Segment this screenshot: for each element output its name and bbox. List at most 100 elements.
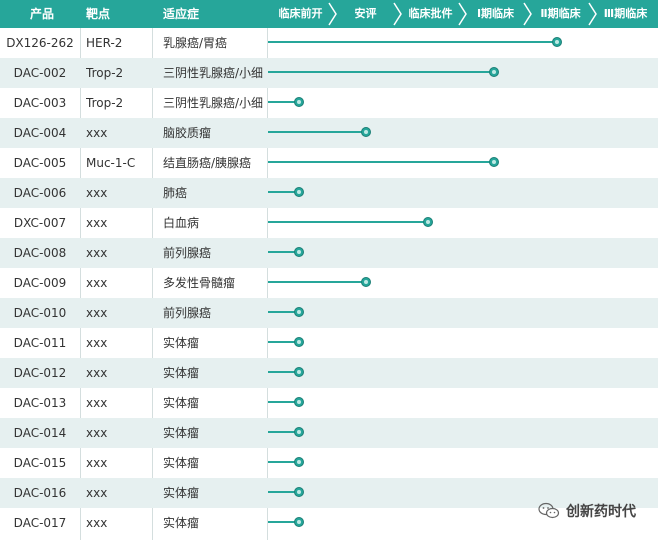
product-cell: DAC-014 xyxy=(13,426,67,440)
progress-bar xyxy=(268,281,366,283)
product-cell: DAC-006 xyxy=(13,186,67,200)
progress-track xyxy=(268,298,658,328)
target-cell: Trop-2 xyxy=(86,96,124,110)
target-cell: HER-2 xyxy=(86,36,123,50)
table-row: DAC-002 Trop-2 三阴性乳腺癌/小细 xyxy=(0,58,658,88)
target-cell: xxx xyxy=(86,306,108,320)
target-cell: xxx xyxy=(86,336,108,350)
indication-cell: 三阴性乳腺癌/小细 xyxy=(163,66,264,80)
progress-track xyxy=(268,28,658,58)
table-row: DAC-015 xxx 实体瘤 xyxy=(0,448,658,478)
stage-label: 安评 xyxy=(354,7,377,20)
indication-cell: 实体瘤 xyxy=(163,336,200,350)
indication-cell: 多发性骨髓瘤 xyxy=(163,276,236,290)
target-cell: xxx xyxy=(86,366,108,380)
table-row: DAC-010 xxx 前列腺癌 xyxy=(0,298,658,328)
progress-track xyxy=(268,358,658,388)
progress-marker-icon xyxy=(294,187,305,197)
product-cell: DAC-013 xyxy=(13,396,67,410)
progress-marker-icon xyxy=(360,127,371,137)
target-cell: xxx xyxy=(86,186,108,200)
stage-label: Ⅱ期临床 xyxy=(540,7,581,20)
indication-cell: 前列腺癌 xyxy=(163,246,212,260)
progress-marker-icon xyxy=(551,37,562,47)
progress-bar xyxy=(268,71,495,73)
chevron-right-icon xyxy=(523,2,532,26)
table-row: DAC-013 xxx 实体瘤 xyxy=(0,388,658,418)
table-row: DAC-004 xxx 脑胶质瘤 xyxy=(0,118,658,148)
watermark-text: 创新药时代 xyxy=(566,504,636,520)
product-cell: DAC-009 xyxy=(13,276,67,290)
target-cell: xxx xyxy=(86,126,108,140)
indication-cell: 白血病 xyxy=(163,216,200,230)
progress-track xyxy=(268,118,658,148)
progress-marker-icon xyxy=(294,457,305,467)
target-cell: xxx xyxy=(86,426,108,440)
product-cell: DXC-007 xyxy=(13,216,67,230)
product-cell: DAC-015 xyxy=(13,456,67,470)
progress-marker-icon xyxy=(294,367,305,377)
progress-marker-icon xyxy=(489,157,500,167)
header-target: 靶点 xyxy=(86,7,111,21)
indication-cell: 乳腺癌/胃癌 xyxy=(163,36,228,50)
indication-cell: 实体瘤 xyxy=(163,426,200,440)
progress-marker-icon xyxy=(294,397,305,407)
progress-track xyxy=(268,208,658,238)
table-row: DAC-009 xxx 多发性骨髓瘤 xyxy=(0,268,658,298)
table-row: DAC-008 xxx 前列腺癌 xyxy=(0,238,658,268)
progress-bar xyxy=(268,131,366,133)
progress-bar xyxy=(268,221,428,223)
target-cell: xxx xyxy=(86,516,108,530)
progress-marker-icon xyxy=(294,487,305,497)
target-cell: Muc-1-C xyxy=(86,156,136,170)
table-row: DAC-005 Muc-1-C 结直肠癌/胰腺癌 xyxy=(0,148,658,178)
progress-track xyxy=(268,418,658,448)
progress-marker-icon xyxy=(294,247,305,257)
progress-marker-icon xyxy=(294,337,305,347)
progress-bar xyxy=(268,41,557,43)
indication-cell: 实体瘤 xyxy=(163,366,200,380)
progress-marker-icon xyxy=(294,427,305,437)
progress-track xyxy=(268,178,658,208)
stage-label: Ⅲ期临床 xyxy=(603,7,648,20)
progress-track xyxy=(268,268,658,298)
progress-track xyxy=(268,88,658,118)
progress-track xyxy=(268,388,658,418)
stage-label: Ⅰ期临床 xyxy=(476,7,515,20)
indication-cell: 前列腺癌 xyxy=(163,306,212,320)
progress-marker-icon xyxy=(294,307,305,317)
product-cell: DAC-008 xyxy=(13,246,67,260)
chevron-right-icon xyxy=(328,2,337,26)
target-cell: xxx xyxy=(86,486,108,500)
indication-cell: 实体瘤 xyxy=(163,486,200,500)
table-row: DAC-003 Trop-2 三阴性乳腺癌/小细 xyxy=(0,88,658,118)
product-cell: DAC-010 xyxy=(13,306,67,320)
product-cell: DAC-017 xyxy=(13,516,67,530)
target-cell: Trop-2 xyxy=(86,66,124,80)
header-indication: 适应症 xyxy=(163,7,200,21)
product-cell: DAC-004 xyxy=(13,126,67,140)
indication-cell: 结直肠癌/胰腺癌 xyxy=(163,156,252,170)
product-cell: DAC-003 xyxy=(13,96,67,110)
product-cell: DAC-002 xyxy=(13,66,67,80)
indication-cell: 实体瘤 xyxy=(163,396,200,410)
target-cell: xxx xyxy=(86,456,108,470)
chevron-right-icon xyxy=(458,2,467,26)
table-row: DX126-262 HER-2 乳腺癌/胃癌 xyxy=(0,28,658,58)
table-row: DAC-014 xxx 实体瘤 xyxy=(0,418,658,448)
progress-track xyxy=(268,238,658,268)
indication-cell: 实体瘤 xyxy=(163,456,200,470)
stage-label: 临床批件 xyxy=(408,7,453,20)
watermark: 创新药时代 xyxy=(538,500,636,522)
table-row: DAC-006 xxx 肺癌 xyxy=(0,178,658,208)
progress-marker-icon xyxy=(489,67,500,77)
table-header: 产品 靶点 适应症 临床前开 安评 临床批件 Ⅰ期临床 Ⅱ期临床 Ⅲ期临床 xyxy=(0,0,658,28)
indication-cell: 肺癌 xyxy=(163,186,188,200)
table-row: DAC-012 xxx 实体瘤 xyxy=(0,358,658,388)
progress-marker-icon xyxy=(294,97,305,107)
chevron-right-icon xyxy=(588,2,597,26)
progress-track xyxy=(268,148,658,178)
wechat-icon xyxy=(538,502,560,519)
table-row: DAC-011 xxx 实体瘤 xyxy=(0,328,658,358)
target-cell: xxx xyxy=(86,396,108,410)
